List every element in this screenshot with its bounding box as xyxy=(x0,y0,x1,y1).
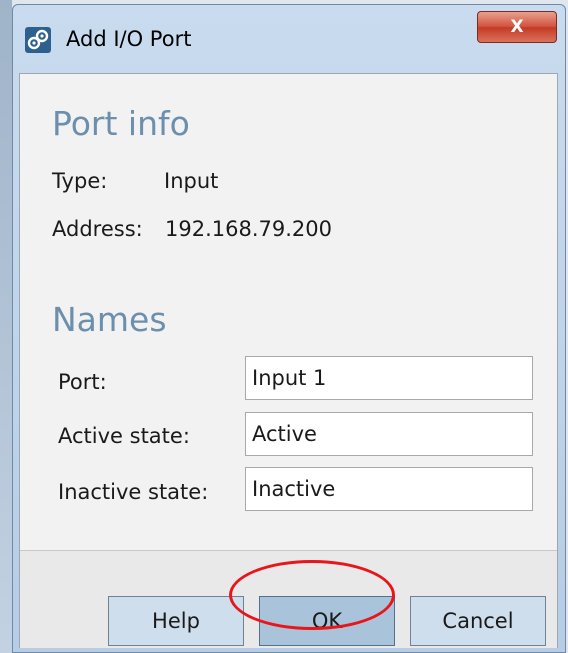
port-name-input[interactable] xyxy=(245,356,533,400)
background-window-edge xyxy=(0,0,12,653)
port-name-label: Port: xyxy=(58,370,107,394)
close-icon: X xyxy=(510,17,524,37)
gear-link-icon xyxy=(25,27,51,53)
active-state-input[interactable] xyxy=(245,412,533,456)
type-label: Type: xyxy=(52,169,108,193)
ok-button[interactable]: OK xyxy=(259,596,395,646)
inactive-state-label: Inactive state: xyxy=(58,480,209,504)
add-io-port-dialog: Add I/O Port X Port info Type: Input Add… xyxy=(12,4,566,653)
address-value: 192.168.79.200 xyxy=(165,217,332,241)
cancel-button[interactable]: Cancel xyxy=(410,596,546,646)
title-bar[interactable]: Add I/O Port X xyxy=(13,5,565,69)
dialog-title: Add I/O Port xyxy=(66,27,192,51)
port-info-heading: Port info xyxy=(52,104,190,143)
button-bar: Help OK Cancel xyxy=(20,550,557,648)
names-heading: Names xyxy=(52,300,167,339)
address-label: Address: xyxy=(52,217,143,241)
close-button[interactable]: X xyxy=(477,11,557,43)
inactive-state-input[interactable] xyxy=(245,467,533,511)
help-button[interactable]: Help xyxy=(108,596,244,646)
dialog-content: Port info Type: Input Address: 192.168.7… xyxy=(19,73,558,648)
type-value: Input xyxy=(164,169,219,193)
active-state-label: Active state: xyxy=(58,424,190,448)
